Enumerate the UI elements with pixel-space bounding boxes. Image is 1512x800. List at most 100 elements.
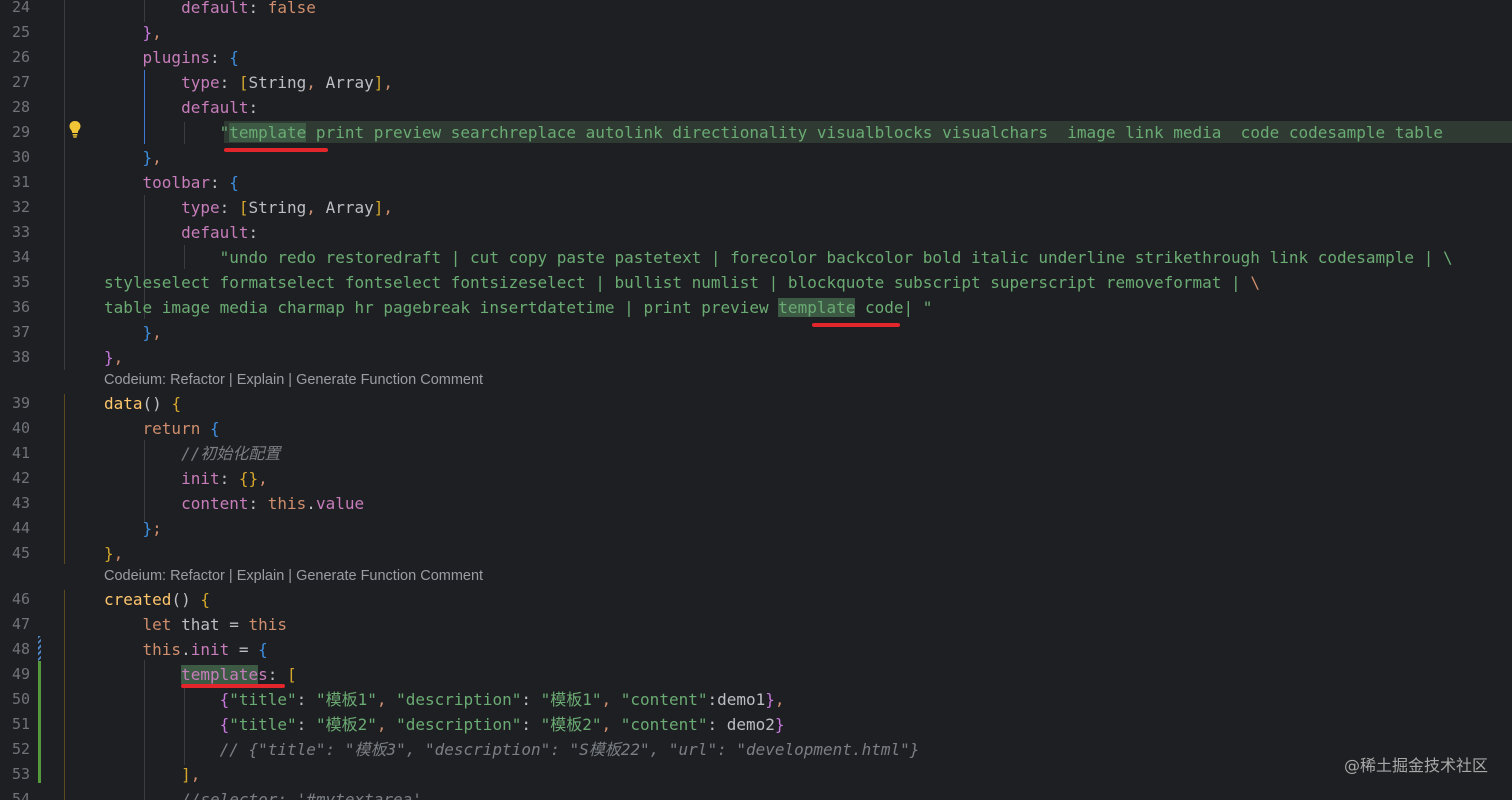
code-text: this.init = { [104, 637, 268, 662]
code-token: code| " [855, 298, 933, 317]
code-text: return { [104, 416, 220, 441]
line-number: 42 [11, 469, 30, 487]
code-token: String [248, 73, 307, 92]
code-token: table image media charmap hr pagebreak i… [104, 298, 779, 317]
code-token: data [104, 394, 143, 413]
code-line[interactable]: 25 }, [0, 20, 1512, 45]
code-token: toolbar [142, 173, 210, 192]
code-text: plugins: { [104, 45, 239, 70]
code-token: :demo1 [707, 690, 766, 709]
line-number: 44 [11, 519, 30, 537]
code-token: , [774, 690, 785, 709]
code-token: , [152, 23, 162, 42]
code-line[interactable]: 33 default: [0, 220, 1512, 245]
code-token: ] [373, 198, 384, 217]
code-text: "undo redo restoredraft | cut copy paste… [104, 245, 1453, 270]
code-line[interactable]: 37 }, [0, 320, 1512, 345]
code-token: print preview searchreplace autolink dir… [306, 123, 1443, 142]
code-token: } [104, 348, 114, 367]
code-line[interactable]: 28 default: [0, 95, 1512, 120]
line-number: 31 [11, 173, 30, 191]
code-text: styleselect formatselect fontselect font… [104, 270, 1260, 295]
code-token: , [376, 715, 397, 734]
line-number: 30 [11, 148, 30, 166]
code-line[interactable]: 38}, [0, 345, 1512, 370]
code-token: this [267, 494, 307, 513]
code-text: {"title": "模板2", "description": "模板2", "… [104, 712, 785, 737]
code-line[interactable]: 54 //selector: '#mytextarea', [0, 787, 1512, 800]
code-line[interactable]: 47 let that = this [0, 612, 1512, 637]
code-token: false [267, 0, 316, 17]
code-token: "模板2" [315, 715, 377, 734]
code-line[interactable]: 32 type: [String, Array], [0, 195, 1512, 220]
code-token: , [601, 715, 621, 734]
code-token: } [104, 544, 114, 563]
code-token: "description" [396, 715, 522, 734]
code-line[interactable]: 24 default: false [0, 0, 1512, 20]
code-text: }, [104, 145, 162, 170]
code-text: toolbar: { [104, 170, 239, 195]
code-line[interactable]: 39 data() { [0, 391, 1512, 416]
code-line[interactable]: 41 //初始化配置 [0, 441, 1512, 466]
code-token: } [142, 519, 153, 538]
codelens-data[interactable]: Codeium: Refactor | Explain | Generate F… [104, 369, 483, 391]
code-token: content [181, 494, 249, 513]
codelens-created[interactable]: Codeium: Refactor | Explain | Generate F… [104, 565, 483, 587]
code-token: s [258, 665, 268, 684]
code-line[interactable]: 27 type: [String, Array], [0, 70, 1512, 95]
code-line[interactable]: 29 "template print preview searchreplace… [0, 120, 1512, 145]
code-text: default: [104, 95, 258, 120]
code-token: , [190, 765, 201, 784]
code-token: . [181, 640, 191, 659]
code-line[interactable]: 40 return { [0, 416, 1512, 441]
code-text: }, [104, 20, 162, 45]
code-line[interactable]: 51 {"title": "模板2", "description": "模板2"… [0, 712, 1512, 737]
code-text: data() { [104, 391, 181, 416]
code-line[interactable]: 44 }; [0, 516, 1512, 541]
code-text: type: [String, Array], [104, 70, 393, 95]
code-line[interactable]: 50 {"title": "模板1", "description": "模板1"… [0, 687, 1512, 712]
code-token: , [113, 544, 124, 563]
code-token: \ [1250, 273, 1260, 292]
code-token: } [142, 323, 153, 342]
code-text: }; [104, 516, 162, 541]
code-line[interactable]: 46 created() { [0, 587, 1512, 612]
code-line[interactable]: 53 ], [0, 762, 1512, 787]
code-line[interactable]: 34 "undo redo restoredraft | cut copy pa… [0, 245, 1512, 270]
line-number: 54 [11, 790, 30, 800]
line-number: 34 [11, 248, 30, 266]
code-token: , [113, 348, 124, 367]
code-line[interactable]: 35 styleselect formatselect fontselect fo… [0, 270, 1512, 295]
code-token: : [296, 690, 316, 709]
code-token: : [248, 223, 259, 242]
code-text: //初始化配置 [104, 441, 280, 466]
code-token: return [142, 419, 201, 438]
code-token: "模板1" [315, 690, 377, 709]
line-number: 49 [11, 665, 30, 683]
code-line[interactable]: 31 toolbar: { [0, 170, 1512, 195]
annotation-underline [224, 148, 328, 152]
code-line[interactable]: 42 init: {}, [0, 466, 1512, 491]
line-number: 40 [11, 419, 30, 437]
code-token: () [171, 590, 201, 609]
code-token: , [306, 73, 326, 92]
code-token: "content" [620, 690, 708, 709]
code-token: : [248, 98, 259, 117]
line-number: 26 [11, 48, 30, 66]
code-line[interactable]: 48 this.init = { [0, 637, 1512, 662]
annotation-underline [812, 323, 900, 327]
code-line[interactable]: 26 plugins: { [0, 45, 1512, 70]
code-line[interactable]: 43 content: this.value [0, 491, 1512, 516]
code-editor[interactable]: 24 default: false 25 }, 26 plugins: {27 ty… [0, 0, 1512, 800]
line-number: 45 [11, 544, 30, 562]
code-line[interactable]: 36 table image media charmap hr pagebreak… [0, 295, 1512, 320]
code-line[interactable]: 45}, [0, 541, 1512, 566]
code-line[interactable]: 52 // {"title": "模板3", "description": "S… [0, 737, 1512, 762]
